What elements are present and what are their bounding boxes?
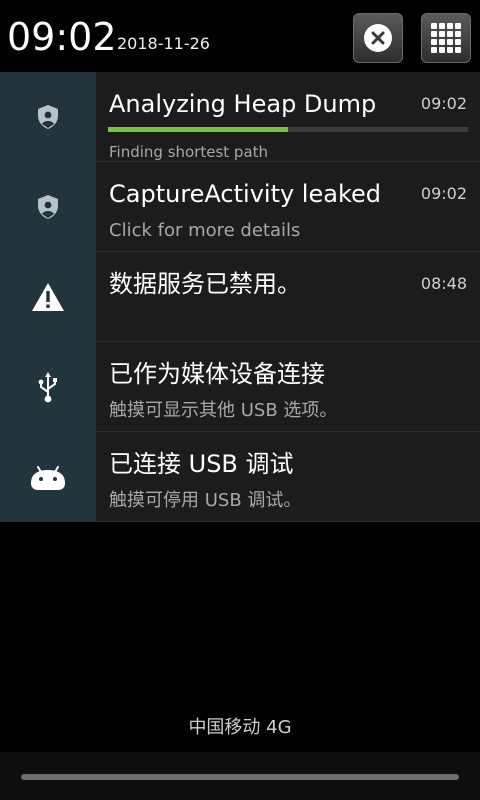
date-label: 2018-11-26 [117, 34, 210, 53]
notification-time: 08:48 [420, 274, 467, 293]
notification-icon-cell [0, 72, 96, 162]
notification-capture-leaked[interactable]: CaptureActivity leaked 09:02 Click for m… [0, 162, 480, 252]
notification-subtitle: Click for more details [109, 220, 301, 241]
clear-notifications-button[interactable] [353, 13, 403, 63]
notification-title: CaptureActivity leaked [109, 180, 381, 208]
notification-subtitle: 触摸可显示其他 USB 选项。 [109, 400, 338, 421]
android-debug-icon [31, 466, 65, 490]
notification-subtitle: Finding shortest path [109, 143, 269, 161]
clock-time: 09:02 [7, 15, 117, 59]
quick-settings-button[interactable] [421, 13, 471, 63]
notification-usb-debugging[interactable]: 已连接 USB 调试 触摸可停用 USB 调试。 [0, 432, 480, 522]
progress-bar-fill [108, 127, 288, 132]
notification-icon-cell [0, 162, 96, 252]
notification-data-disabled[interactable]: 数据服务已禁用。 08:48 [0, 252, 480, 342]
notification-icon-cell [0, 432, 96, 522]
status-header: 09:02 2018-11-26 [0, 0, 480, 72]
leakcanary-shield-icon [38, 195, 58, 219]
notification-title: 数据服务已禁用。 [109, 270, 301, 298]
shade-drag-handle[interactable] [21, 774, 459, 780]
notification-icon-cell [0, 342, 96, 432]
notification-time: 09:02 [420, 94, 467, 113]
shade-footer [0, 752, 480, 800]
progress-bar [108, 127, 468, 132]
notification-title: Analyzing Heap Dump [109, 90, 377, 118]
notification-usb-media[interactable]: 已作为媒体设备连接 触摸可显示其他 USB 选项。 [0, 342, 480, 432]
grid-apps-icon [431, 23, 461, 53]
notification-title: 已连接 USB 调试 [109, 450, 294, 478]
warning-triangle-icon [32, 283, 64, 311]
notification-icon-cell [0, 252, 96, 342]
notification-title: 已作为媒体设备连接 [109, 360, 325, 388]
notification-list: Analyzing Heap Dump 09:02 Finding shorte… [0, 72, 480, 522]
close-x-icon [364, 24, 392, 52]
notification-heap-dump[interactable]: Analyzing Heap Dump 09:02 Finding shorte… [0, 72, 480, 162]
notification-subtitle: 触摸可停用 USB 调试。 [109, 490, 302, 511]
notification-time: 09:02 [420, 184, 467, 203]
carrier-label: 中国移动 4G [188, 717, 292, 738]
leakcanary-shield-icon [38, 105, 58, 129]
usb-icon [38, 372, 57, 403]
